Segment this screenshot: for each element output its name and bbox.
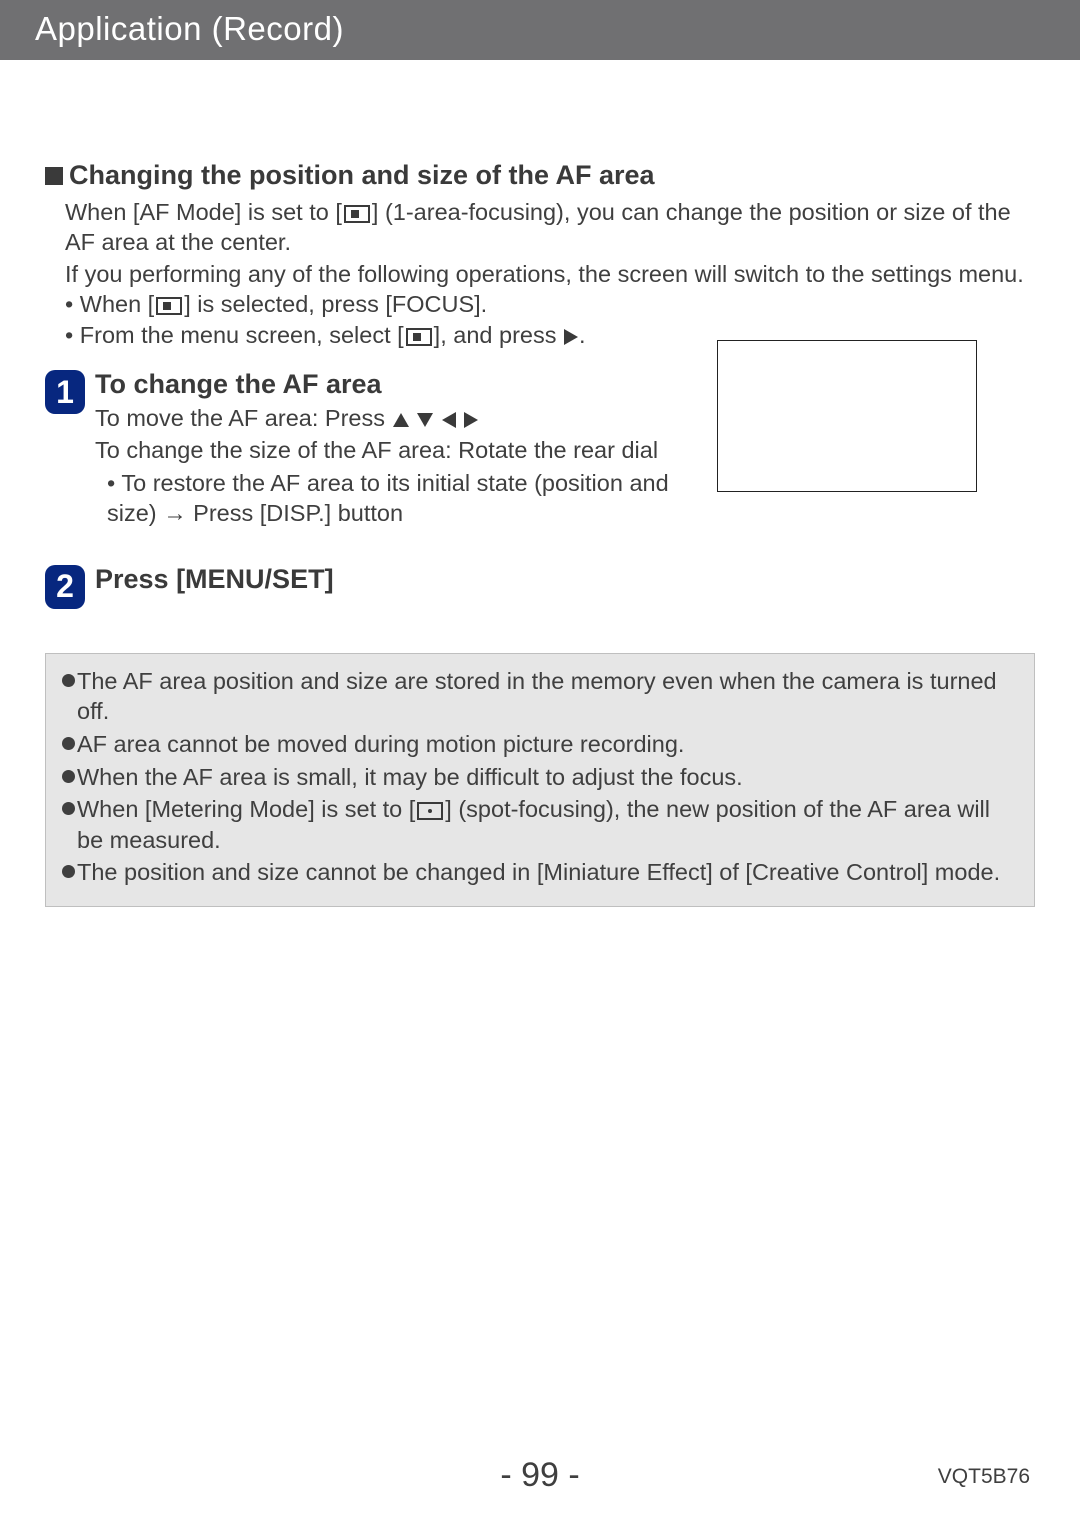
header-band: Application (Record) xyxy=(0,0,1080,60)
step-1-line-1: To move the AF area: Press xyxy=(95,403,705,434)
step-1-subbullet: To restore the AF area to its initial st… xyxy=(107,468,705,529)
down-arrow-icon xyxy=(417,413,433,427)
section-heading: Changing the position and size of the AF… xyxy=(45,160,1035,191)
lcd-screen-diagram xyxy=(717,340,977,492)
intro-paragraph-1: When [AF Mode] is set to [] (1-area-focu… xyxy=(65,197,1035,257)
intro-1a: When [AF Mode] is set to [ xyxy=(65,199,342,225)
content-area: Changing the position and size of the AF… xyxy=(0,60,1080,609)
bullet-icon xyxy=(62,737,75,750)
step-2-heading: Press [MENU/SET] xyxy=(95,563,1035,595)
note-3: When the AF area is small, it may be dif… xyxy=(62,762,1018,793)
page: Application (Record) Changing the positi… xyxy=(0,0,1080,1535)
one-area-focus-icon xyxy=(156,297,182,315)
note-2: AF area cannot be moved during motion pi… xyxy=(62,729,1018,760)
note-5: The position and size cannot be changed … xyxy=(62,857,1018,888)
right-arrow-icon xyxy=(564,329,578,345)
note-1-text: The AF area position and size are stored… xyxy=(77,666,1018,727)
page-number: - 99 - xyxy=(0,1456,1080,1495)
note-4a: When [Metering Mode] is set to [ xyxy=(77,796,415,822)
up-arrow-icon xyxy=(393,413,409,427)
note-5-text: The position and size cannot be changed … xyxy=(77,857,1000,888)
intro-b2b: ], and press xyxy=(434,322,563,348)
left-arrow-icon xyxy=(442,412,456,428)
right-arrow-icon xyxy=(464,412,478,428)
intro-paragraph-2: If you performing any of the following o… xyxy=(65,259,1035,289)
intro-b1a: When [ xyxy=(80,291,154,317)
note-4-text: When [Metering Mode] is set to [] (spot-… xyxy=(77,794,1018,855)
header-title: Application (Record) xyxy=(35,10,344,47)
step-1-body: To change the AF area To move the AF are… xyxy=(95,368,705,529)
note-4: When [Metering Mode] is set to [] (spot-… xyxy=(62,794,1018,855)
intro-b1b: ] is selected, press [FOCUS]. xyxy=(184,291,487,317)
one-area-focus-icon xyxy=(344,205,370,223)
bullet-icon xyxy=(62,865,75,878)
document-id: VQT5B76 xyxy=(938,1465,1030,1489)
step-1-line1-text: To move the AF area: Press xyxy=(95,405,392,431)
step-badge-2: 2 xyxy=(45,565,85,609)
bullet-icon xyxy=(62,674,75,687)
bullet-icon xyxy=(62,802,75,815)
intro-b2c: . xyxy=(579,322,586,348)
note-2-text: AF area cannot be moved during motion pi… xyxy=(77,729,684,760)
notes-box: The AF area position and size are stored… xyxy=(45,653,1035,907)
note-1: The AF area position and size are stored… xyxy=(62,666,1018,727)
step-1-heading: To change the AF area xyxy=(95,368,705,400)
bullet-icon xyxy=(62,770,75,783)
step-2: 2 Press [MENU/SET] xyxy=(45,563,1035,609)
one-area-focus-icon xyxy=(406,328,432,346)
step-2-body: Press [MENU/SET] xyxy=(95,563,1035,595)
spot-focus-icon xyxy=(417,802,443,820)
note-3-text: When the AF area is small, it may be dif… xyxy=(77,762,743,793)
intro-b2a: From the menu screen, select [ xyxy=(80,322,404,348)
intro-bullet-1: When [ ] is selected, press [FOCUS]. xyxy=(65,289,1035,320)
step-1-line-2: To change the size of the AF area: Rotat… xyxy=(95,435,705,466)
square-bullet-icon xyxy=(45,167,63,185)
section-heading-text: Changing the position and size of the AF… xyxy=(69,160,655,191)
step-badge-1: 1 xyxy=(45,370,85,414)
